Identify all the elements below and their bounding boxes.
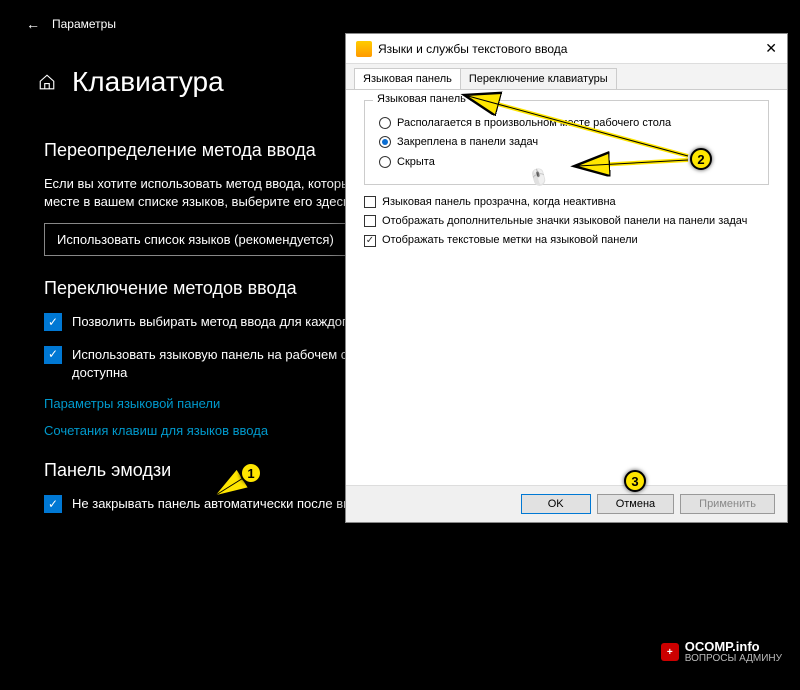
radio-icon xyxy=(379,117,391,129)
watermark-logo-icon: + xyxy=(661,643,679,661)
checkbox-icon xyxy=(364,196,376,208)
dialog-app-icon xyxy=(356,41,372,57)
step-badge-1: 1 xyxy=(240,462,262,484)
cb-extra-icons[interactable]: Отображать дополнительные значки языково… xyxy=(364,214,769,228)
apply-button[interactable]: Применить xyxy=(680,494,775,514)
window-title: Параметры xyxy=(52,17,116,31)
checkbox-icon: ✓ xyxy=(364,235,376,247)
checkbox-label: Отображать текстовые метки на языковой п… xyxy=(382,233,638,247)
checkbox-label: Отображать дополнительные значки языково… xyxy=(382,214,747,228)
watermark-sub: ВОПРОСЫ АДМИНУ xyxy=(685,653,782,664)
tab-language-bar[interactable]: Языковая панель xyxy=(354,68,461,89)
group-language-bar: Языковая панель Располагается в произвол… xyxy=(364,100,769,185)
tab-keyboard-switch[interactable]: Переключение клавиатуры xyxy=(460,68,617,89)
watermark-brand: OCOMP.info xyxy=(685,640,782,653)
radio-icon xyxy=(379,156,391,168)
home-icon[interactable] xyxy=(38,73,56,91)
cb-transparent-inactive[interactable]: Языковая панель прозрачна, когда неактив… xyxy=(364,195,769,209)
watermark: + OCOMP.info ВОПРОСЫ АДМИНУ xyxy=(661,640,782,664)
checkbox-label: Языковая панель прозрачна, когда неактив… xyxy=(382,195,616,209)
group-label: Языковая панель xyxy=(373,93,470,105)
radio-icon xyxy=(379,136,391,148)
step-badge-2: 2 xyxy=(690,148,712,170)
dialog-title: Языки и службы текстового ввода xyxy=(378,42,567,56)
check-icon: ✓ xyxy=(44,495,62,513)
check-icon: ✓ xyxy=(44,313,62,331)
cancel-button[interactable]: Отмена xyxy=(597,494,674,514)
radio-label: Закреплена в панели задач xyxy=(397,135,538,149)
check-icon: ✓ xyxy=(44,346,62,364)
cb-text-labels[interactable]: ✓ Отображать текстовые метки на языковой… xyxy=(364,233,769,247)
langbar-dialog: Языки и службы текстового ввода ✕ Языков… xyxy=(345,33,788,523)
back-icon[interactable]: ← xyxy=(26,16,40,32)
radio-label: Скрыта xyxy=(397,155,435,169)
close-icon[interactable]: ✕ xyxy=(765,40,777,57)
page-title: Клавиатура xyxy=(72,66,224,98)
input-method-dropdown[interactable]: Использовать список языков (рекомендуетс… xyxy=(44,223,364,256)
ok-button[interactable]: OK xyxy=(521,494,591,514)
step-badge-3: 3 xyxy=(624,470,646,492)
radio-label: Располагается в произвольном месте рабоч… xyxy=(397,116,671,130)
radio-floating[interactable]: Располагается в произвольном месте рабоч… xyxy=(379,116,754,130)
checkbox-icon xyxy=(364,215,376,227)
